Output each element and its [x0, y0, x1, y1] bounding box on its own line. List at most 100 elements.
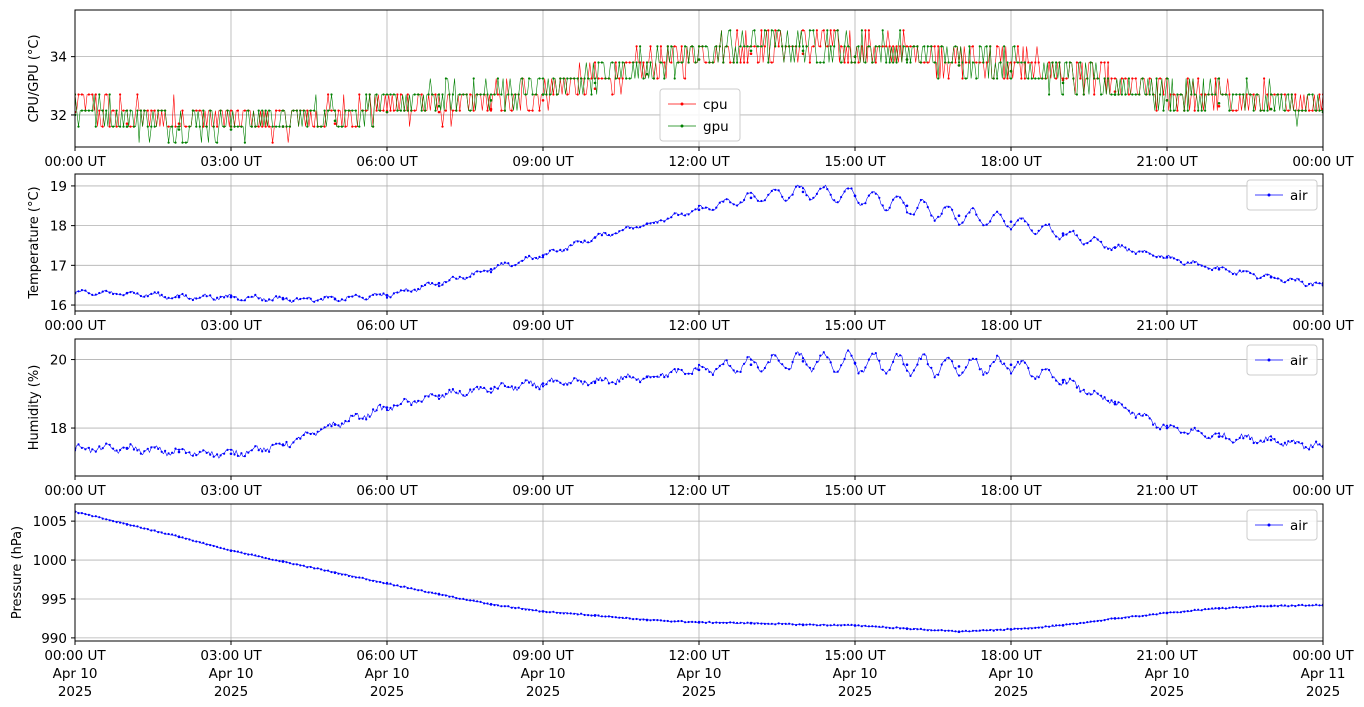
- data-point: [708, 61, 711, 64]
- data-point: [739, 370, 742, 373]
- data-point: [590, 93, 593, 96]
- data-point: [777, 359, 780, 362]
- data-point: [788, 622, 791, 625]
- data-point: [486, 270, 489, 273]
- data-point: [413, 109, 416, 112]
- data-point: [912, 627, 916, 631]
- data-point: [1055, 77, 1058, 80]
- data-point: [642, 77, 645, 80]
- data-point: [493, 267, 496, 270]
- data-point: [184, 141, 187, 144]
- data-point: [670, 216, 673, 219]
- data-point: [444, 77, 447, 80]
- data-point: [153, 529, 156, 532]
- data-point: [351, 125, 354, 128]
- data-point: [268, 109, 271, 112]
- data-point: [1231, 109, 1234, 112]
- data-point: [1124, 93, 1127, 96]
- data-point: [1148, 93, 1151, 96]
- data-point: [1304, 109, 1307, 112]
- data-point: [899, 354, 902, 357]
- data-point: [888, 61, 891, 64]
- data-point: [181, 141, 184, 144]
- data-point: [756, 61, 760, 64]
- data-point: [1023, 77, 1026, 80]
- x-tick-label: 00:00 UT: [1292, 154, 1354, 170]
- data-point: [1093, 620, 1096, 623]
- data-point: [285, 125, 288, 128]
- data-point: [1048, 223, 1051, 226]
- data-point: [999, 213, 1002, 216]
- data-point: [493, 604, 496, 607]
- data-point: [396, 584, 399, 587]
- data-point: [784, 622, 787, 626]
- data-point: [684, 621, 687, 624]
- data-point: [136, 292, 139, 295]
- data-point: [358, 93, 361, 96]
- data-point: [392, 109, 395, 112]
- data-point: [538, 610, 541, 613]
- data-point: [1155, 613, 1158, 616]
- data-point: [680, 212, 683, 215]
- x-date-label: Apr 10: [677, 666, 722, 682]
- data-point: [236, 454, 239, 457]
- data-point: [1172, 425, 1175, 428]
- data-point: [444, 281, 447, 284]
- data-point: [857, 45, 860, 48]
- data-point: [462, 93, 465, 96]
- data-point: [871, 191, 874, 194]
- data-point: [1138, 412, 1141, 415]
- data-point: [795, 45, 798, 48]
- data-point: [427, 281, 430, 284]
- data-point: [684, 77, 687, 80]
- data-point: [1089, 239, 1092, 242]
- data-point: [1252, 441, 1255, 445]
- data-point: [174, 125, 177, 128]
- data-point: [91, 109, 94, 112]
- data-point: [476, 600, 479, 603]
- data-point: [535, 609, 538, 612]
- data-point: [538, 255, 541, 258]
- data-point: [1120, 244, 1123, 247]
- data-point: [98, 93, 101, 96]
- data-point: [84, 109, 87, 112]
- x-tick-label: 00:00 UT: [1292, 483, 1354, 499]
- data-point: [1030, 375, 1033, 378]
- data-point: [912, 213, 916, 216]
- data-point: [229, 448, 233, 451]
- data-point: [704, 368, 708, 371]
- data-point-gpu: [281, 125, 285, 128]
- data-point: [1117, 401, 1120, 404]
- data-point: [347, 574, 350, 578]
- data-point: [590, 614, 593, 617]
- data-point: [1186, 109, 1189, 112]
- data-point: [902, 45, 905, 48]
- data-point: [621, 77, 624, 80]
- data-point: [157, 291, 160, 294]
- data-point: [1034, 77, 1037, 80]
- data-point: [798, 45, 801, 48]
- data-point: [989, 220, 992, 223]
- data-point: [150, 109, 153, 112]
- data-point: [836, 201, 839, 204]
- data-point: [940, 629, 943, 632]
- data-point: [410, 290, 413, 293]
- data-point: [1193, 608, 1196, 612]
- data-point: [1294, 109, 1297, 112]
- data-point: [1051, 230, 1054, 233]
- data-point: [1179, 93, 1182, 96]
- data-point: [1245, 77, 1248, 80]
- data-point: [1134, 252, 1137, 255]
- data-point: [975, 77, 978, 80]
- data-point: [136, 449, 139, 452]
- data-point: [1117, 243, 1120, 246]
- data-point: [316, 299, 319, 302]
- data-point: [1016, 219, 1020, 222]
- data-point: [992, 360, 995, 364]
- data-point: [722, 200, 725, 203]
- data-point: [1287, 605, 1290, 608]
- data-point: [236, 298, 239, 301]
- data-point: [892, 61, 895, 64]
- data-point: [576, 613, 579, 616]
- data-point: [375, 293, 378, 296]
